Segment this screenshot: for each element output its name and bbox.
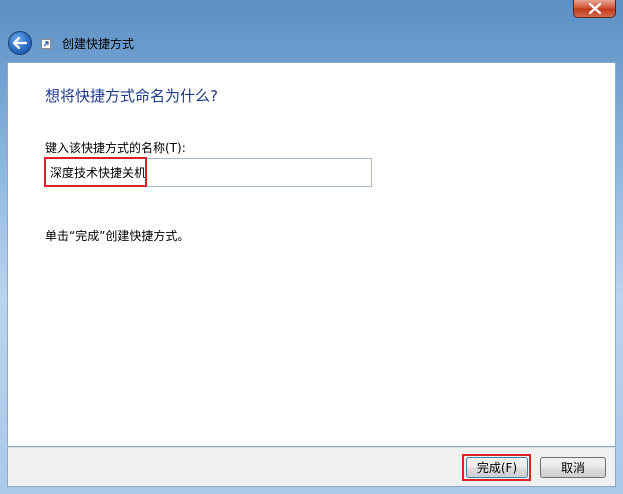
cancel-button[interactable]: 取消	[540, 457, 606, 478]
shortcut-name-input[interactable]	[45, 158, 372, 187]
finish-button[interactable]: 完成(F)	[466, 457, 528, 478]
wizard-content: 想将快捷方式命名为什么? 键入该快捷方式的名称(T): 单击“完成”创建快捷方式…	[7, 62, 616, 447]
page-heading: 想将快捷方式命名为什么?	[45, 87, 218, 105]
window-title: 创建快捷方式	[62, 37, 135, 51]
back-button[interactable]	[8, 31, 32, 55]
close-icon	[588, 3, 601, 14]
button-bar: 完成(F) 取消	[7, 447, 616, 487]
name-field-label: 键入该快捷方式的名称(T):	[45, 141, 186, 155]
back-arrow-icon	[13, 37, 27, 49]
close-button[interactable]	[573, 0, 616, 18]
shortcut-icon	[41, 39, 51, 49]
instruction-text: 单击“完成”创建快捷方式。	[45, 229, 190, 243]
window-frame: 创建快捷方式 想将快捷方式命名为什么? 键入该快捷方式的名称(T): 单击“完成…	[0, 0, 623, 494]
